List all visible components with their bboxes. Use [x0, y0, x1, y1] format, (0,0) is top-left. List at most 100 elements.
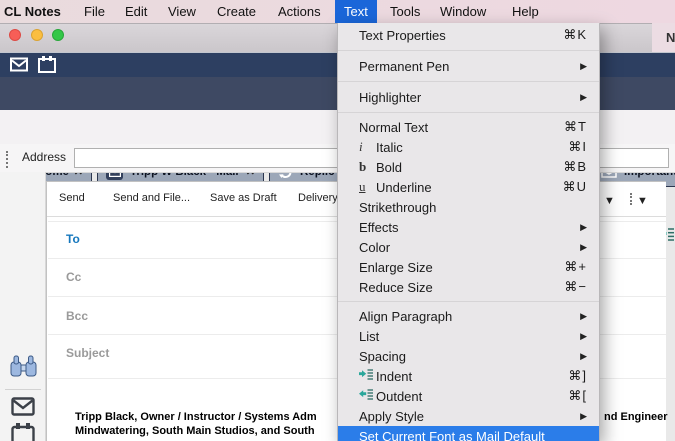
menu-item-label: Reduce Size: [359, 280, 433, 295]
menu-item-indent[interactable]: Indent ⌘]: [338, 366, 599, 386]
background-window-title: N: [652, 23, 675, 52]
menu-item-reduce-size[interactable]: Reduce Size ⌘−: [338, 277, 599, 297]
signature-line1-right: nd Engineer: [604, 411, 668, 423]
menu-shortcut: ⌘B: [563, 159, 587, 175]
more-options-handle[interactable]: [630, 193, 632, 205]
menu-item-highlighter[interactable]: Highlighter ▶: [338, 86, 599, 108]
mail-app-icon[interactable]: [10, 57, 28, 77]
menu-item-label: Enlarge Size: [359, 260, 433, 275]
menu-item-normal-text[interactable]: Normal Text ⌘T: [338, 117, 599, 137]
send-and-file-button[interactable]: Send and File...: [113, 192, 190, 204]
screen: CL Notes File Edit View Create Actions T…: [0, 0, 675, 441]
app-menu[interactable]: CL Notes: [4, 0, 61, 23]
menu-shortcut: ⌘−: [564, 279, 587, 295]
menu-shortcut: ⌘I: [568, 139, 587, 155]
italic-icon: i: [359, 139, 376, 155]
menu-item-label: Underline: [376, 180, 432, 195]
menu-tools[interactable]: Tools: [390, 0, 420, 23]
menu-window[interactable]: Window: [440, 0, 486, 23]
outdent-icon: [359, 388, 376, 404]
menu-item-strikethrough[interactable]: Strikethrough: [338, 197, 599, 217]
text-menu-dropdown: Text Properties ⌘K Permanent Pen ▶ Highl…: [337, 23, 600, 441]
submenu-arrow-icon: ▶: [580, 242, 587, 253]
signature-line1: Tripp Black, Owner / Instructor / System…: [75, 411, 317, 423]
menu-file[interactable]: File: [84, 0, 105, 23]
menu-item-label: Permanent Pen: [359, 59, 449, 74]
menu-item-align-paragraph[interactable]: Align Paragraph ▶: [338, 306, 599, 326]
menu-item-apply-style[interactable]: Apply Style ▶: [338, 406, 599, 426]
menu-item-underline[interactable]: u Underline ⌘U: [338, 177, 599, 197]
menu-create[interactable]: Create: [217, 0, 256, 23]
submenu-arrow-icon: ▶: [580, 351, 587, 362]
menu-item-text-properties[interactable]: Text Properties ⌘K: [338, 24, 599, 46]
delivery-options-button[interactable]: Delivery: [298, 192, 338, 204]
menu-item-list[interactable]: List ▶: [338, 326, 599, 346]
menu-item-label: List: [359, 329, 379, 344]
menu-separator: [338, 81, 599, 82]
menu-item-label: Set Current Font as Mail Default: [359, 429, 545, 441]
zoom-window-button[interactable]: [52, 29, 64, 41]
menu-item-label: Italic: [376, 140, 403, 155]
underline-icon: u: [359, 179, 376, 195]
menu-help[interactable]: Help: [512, 0, 539, 23]
menu-item-italic[interactable]: i Italic ⌘I: [338, 137, 599, 157]
menu-shortcut: ⌘T: [564, 119, 587, 135]
cc-field[interactable]: Cc: [66, 270, 81, 284]
sidebar-calendar-icon[interactable]: [0, 423, 46, 441]
close-window-button[interactable]: [9, 29, 21, 41]
menu-item-label: Highlighter: [359, 90, 421, 105]
macos-menubar: CL Notes File Edit View Create Actions T…: [0, 0, 675, 23]
menu-separator: [338, 112, 599, 113]
menu-item-label: Bold: [376, 160, 402, 175]
sidebar-mail-icon[interactable]: [0, 397, 46, 416]
menu-item-label: Color: [359, 240, 390, 255]
menu-item-effects[interactable]: Effects ▶: [338, 217, 599, 237]
address-drag-handle[interactable]: [6, 151, 8, 169]
more-options-dropdown-arrow[interactable]: ▼: [637, 195, 648, 207]
menu-text[interactable]: Text: [335, 0, 377, 23]
menu-item-label: Apply Style: [359, 409, 424, 424]
menu-item-color[interactable]: Color ▶: [338, 237, 599, 257]
submenu-arrow-icon: ▶: [580, 311, 587, 322]
submenu-arrow-icon: ▶: [580, 92, 587, 103]
subject-field[interactable]: Subject: [66, 346, 109, 360]
menu-item-label: Spacing: [359, 349, 406, 364]
calendar-app-icon[interactable]: [38, 56, 56, 78]
menu-item-set-current-font-as-mail-default[interactable]: Set Current Font as Mail Default: [338, 426, 599, 441]
menu-item-outdent[interactable]: Outdent ⌘[: [338, 386, 599, 406]
menu-separator: [338, 301, 599, 302]
menu-separator: [338, 50, 599, 51]
sidebar: [0, 172, 46, 441]
sidebar-divider: [5, 389, 41, 390]
binoculars-icon[interactable]: [0, 355, 46, 378]
menu-item-label: Effects: [359, 220, 399, 235]
submenu-arrow-icon: ▶: [580, 222, 587, 233]
menu-item-spacing[interactable]: Spacing ▶: [338, 346, 599, 366]
minimize-window-button[interactable]: [31, 29, 43, 41]
menu-item-label: Align Paragraph: [359, 309, 452, 324]
menu-actions[interactable]: Actions: [278, 0, 321, 23]
signature-line2: Mindwatering, South Main Studios, and So…: [75, 425, 315, 437]
menu-item-label: Strikethrough: [359, 200, 436, 215]
menu-shortcut: ⌘K: [563, 27, 587, 43]
bold-icon: b: [359, 159, 376, 175]
menu-item-label: Outdent: [376, 389, 422, 404]
submenu-arrow-icon: ▶: [580, 331, 587, 342]
actionbar-dropdown-arrow[interactable]: ▼: [604, 195, 615, 207]
menu-item-label: Indent: [376, 369, 412, 384]
menu-item-permanent-pen[interactable]: Permanent Pen ▶: [338, 55, 599, 77]
menu-item-label: Normal Text: [359, 120, 428, 135]
menu-shortcut: ⌘[: [568, 388, 587, 404]
bcc-field[interactable]: Bcc: [66, 309, 88, 323]
submenu-arrow-icon: ▶: [580, 411, 587, 422]
menu-item-enlarge-size[interactable]: Enlarge Size ⌘+: [338, 257, 599, 277]
menu-shortcut: ⌘U: [563, 179, 587, 195]
menu-view[interactable]: View: [168, 0, 196, 23]
menu-edit[interactable]: Edit: [125, 0, 147, 23]
send-button[interactable]: Send: [59, 192, 85, 204]
menu-item-bold[interactable]: b Bold ⌘B: [338, 157, 599, 177]
menu-shortcut: ⌘]: [568, 368, 587, 384]
to-field[interactable]: To: [66, 232, 80, 246]
menu-item-label: Text Properties: [359, 28, 446, 43]
save-as-draft-button[interactable]: Save as Draft: [210, 192, 277, 204]
